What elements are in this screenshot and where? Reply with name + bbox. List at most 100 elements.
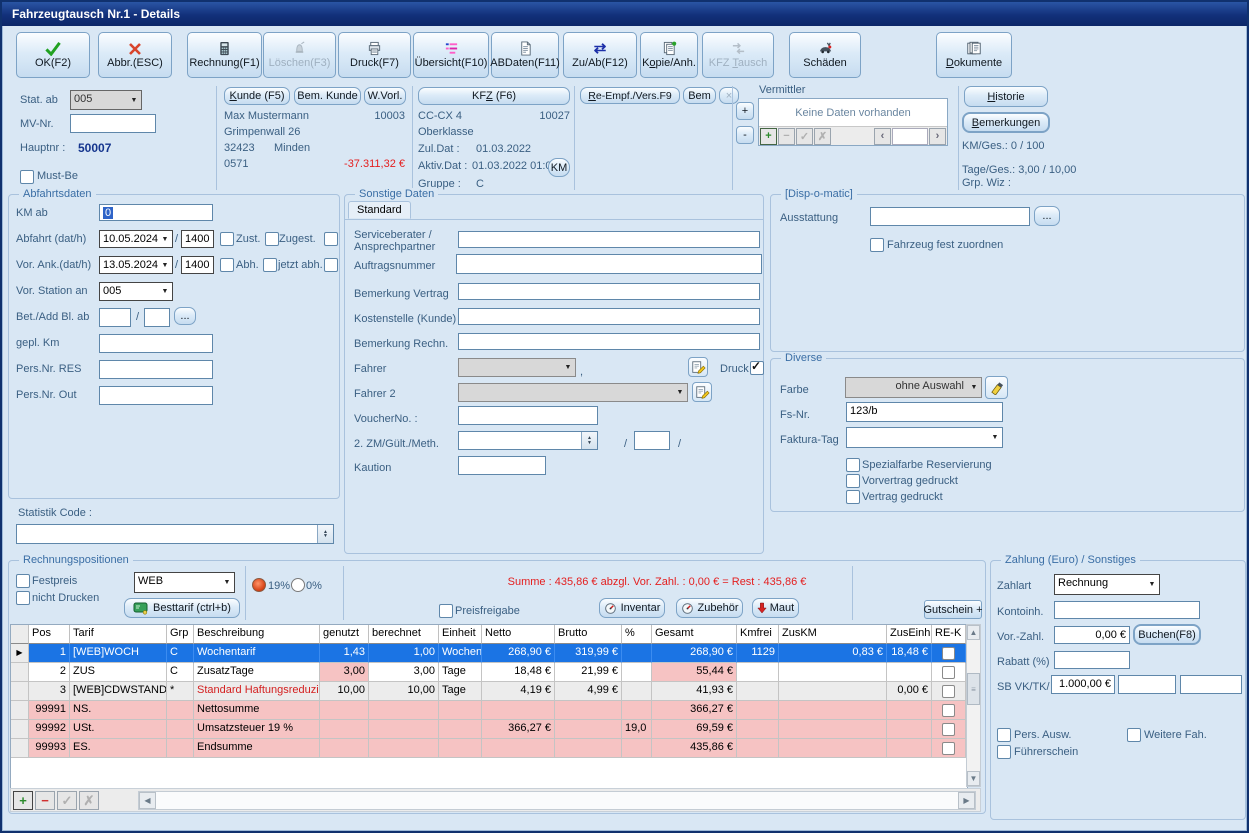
mustbe-checkbox[interactable]: [20, 170, 34, 184]
statistik-combo[interactable]: ▲▼: [16, 524, 334, 544]
table-vscrollbar[interactable]: ▲ ≡ ▼: [966, 624, 981, 787]
vscroll-thumb[interactable]: ≡: [967, 673, 980, 705]
bem-vertrag-input[interactable]: [458, 283, 760, 300]
vermittler-remove-button[interactable]: -: [736, 126, 754, 144]
column-header-kmfrei[interactable]: Kmfrei: [737, 625, 779, 644]
row-add-button[interactable]: +: [13, 791, 33, 810]
add-bl-input[interactable]: [144, 308, 170, 327]
weitere-fah-checkbox[interactable]: [1127, 728, 1141, 742]
abfahrt-flag-checkbox[interactable]: [220, 232, 234, 246]
voucher-input[interactable]: [458, 406, 598, 425]
rabatt-input[interactable]: [1054, 651, 1130, 669]
kontoinh-input[interactable]: [1054, 601, 1200, 619]
bem-kunde-button[interactable]: Bem. Kunde: [294, 87, 361, 105]
station-select[interactable]: 005 ▼: [70, 90, 142, 110]
documents-button[interactable]: Dokumente: [936, 32, 1012, 78]
abdata-button[interactable]: ABDaten(F11): [491, 32, 559, 78]
kostenstelle-input[interactable]: [458, 308, 760, 325]
bem-rechn-input[interactable]: [458, 333, 760, 350]
re-k-checkbox[interactable]: [942, 666, 955, 679]
table-row[interactable]: 99993ES.Endsumme435,86 €: [11, 739, 967, 758]
invoice-button[interactable]: Rechnung(F1): [187, 32, 262, 78]
scroll-left-icon[interactable]: ◀: [139, 792, 156, 809]
re-k-checkbox[interactable]: [942, 685, 955, 698]
tarif-select[interactable]: WEB ▼: [134, 572, 235, 593]
bemerkungen-button[interactable]: Bemerkungen: [962, 112, 1050, 133]
vorank-flag-checkbox[interactable]: [220, 258, 234, 272]
zm-combo[interactable]: ▲▼: [458, 431, 598, 450]
abort-button[interactable]: Abbr.(ESC): [98, 32, 172, 78]
pers-res-input[interactable]: [99, 360, 213, 379]
zust-checkbox[interactable]: [265, 232, 279, 246]
sb-extra-input[interactable]: [1180, 675, 1242, 694]
fsnr-input[interactable]: 123/b: [846, 402, 1003, 422]
overview-button[interactable]: Übersicht(F10): [413, 32, 489, 78]
mv-input[interactable]: [70, 114, 156, 133]
vor-ank-time-input[interactable]: 1400: [181, 256, 214, 274]
sb-tk-input[interactable]: [1118, 675, 1176, 694]
inventar-button[interactable]: Inventar: [599, 598, 665, 618]
kaution-input[interactable]: [458, 456, 546, 475]
column-header-beschreibung[interactable]: Beschreibung: [194, 625, 320, 644]
wvorl-button[interactable]: W.Vorl.: [364, 87, 406, 105]
auftragsnummer-input[interactable]: [456, 254, 762, 274]
kfz-button[interactable]: KFZ (F6): [418, 87, 570, 105]
scroll-right-icon[interactable]: ▶: [958, 792, 975, 809]
faktura-select[interactable]: ▼: [846, 427, 1003, 448]
preisfreigabe-checkbox[interactable]: [439, 604, 453, 618]
column-header-netto[interactable]: Netto: [482, 625, 555, 644]
buchen-button[interactable]: Buchen(F8): [1133, 624, 1201, 645]
column-header-grp[interactable]: Grp: [167, 625, 194, 644]
farbe-clear-button[interactable]: [985, 376, 1008, 399]
pers-ausw-checkbox[interactable]: [997, 728, 1011, 742]
column-header-zuskm[interactable]: ZusKM: [779, 625, 887, 644]
gepl-km-input[interactable]: [99, 334, 213, 353]
vermittler-add-button[interactable]: +: [736, 102, 754, 120]
jetzt-abh-checkbox[interactable]: [324, 258, 338, 272]
scroll-down-icon[interactable]: ▼: [967, 771, 980, 786]
bet-browse-button[interactable]: ...: [174, 307, 196, 325]
table-hscrollbar[interactable]: ◀ ▶: [138, 791, 976, 810]
grid-prev-button[interactable]: ‹: [874, 128, 891, 145]
damages-button[interactable]: Schäden: [789, 32, 861, 78]
row-delete-button[interactable]: −: [35, 791, 55, 810]
copy-attach-button[interactable]: Kopie/Anh.: [640, 32, 698, 78]
zubehoer-button[interactable]: Zubehör: [676, 598, 743, 618]
table-row[interactable]: 2ZUSCZusatzTage3,003,00Tage18,48 €21,99 …: [11, 663, 967, 682]
column-header-genutzt[interactable]: genutzt: [320, 625, 369, 644]
table-row[interactable]: 99991NS.Nettosumme366,27 €: [11, 701, 967, 720]
grid-add-button[interactable]: +: [760, 128, 777, 145]
nicht-drucken-checkbox[interactable]: [16, 591, 30, 605]
table-row[interactable]: 99992USt.Umsatzsteuer 19 %366,27 €19,069…: [11, 720, 967, 739]
column-header-gesamt[interactable]: Gesamt: [652, 625, 737, 644]
print-button[interactable]: Druck(F7): [338, 32, 411, 78]
km-ab-input[interactable]: 0: [99, 204, 213, 221]
abfahrt-date-select[interactable]: 10.05.2024▼: [99, 230, 173, 248]
fahrer2-select[interactable]: ▼: [458, 383, 688, 402]
vor-station-select[interactable]: 005▼: [99, 282, 173, 301]
zahlart-select[interactable]: Rechnung ▼: [1054, 574, 1160, 595]
historie-button[interactable]: Historie: [964, 86, 1048, 107]
re-empf-button[interactable]: Re-Empf./Vers.F9: [580, 87, 680, 104]
column-header-pos[interactable]: Pos: [29, 625, 70, 644]
vorzahl-input[interactable]: 0,00 €: [1054, 626, 1130, 644]
vorvertrag-checkbox[interactable]: [846, 474, 860, 488]
abh-checkbox[interactable]: [263, 258, 277, 272]
re-k-checkbox[interactable]: [942, 647, 955, 660]
column-header-zuseinh[interactable]: ZusEinh: [887, 625, 932, 644]
vertrag-gedruckt-checkbox[interactable]: [846, 490, 860, 504]
bem-button[interactable]: Bem: [683, 87, 716, 104]
grid-page-box[interactable]: [892, 128, 928, 145]
fahrer2-edit-button[interactable]: [692, 382, 712, 402]
column-header--[interactable]: %: [622, 625, 652, 644]
zugest-checkbox[interactable]: [324, 232, 338, 246]
vat19-radio[interactable]: [252, 578, 266, 592]
fahrzeug-fest-checkbox[interactable]: [870, 238, 884, 252]
druck-checkbox[interactable]: [750, 361, 764, 375]
pers-out-input[interactable]: [99, 386, 213, 405]
re-k-checkbox[interactable]: [942, 704, 955, 717]
table-row[interactable]: 3[WEB]CDWSTAND.*Standard Haftungsreduzie…: [11, 682, 967, 701]
farbe-select[interactable]: ohne Auswahl ▼: [845, 377, 982, 398]
ok-button[interactable]: OK(F2): [16, 32, 90, 78]
column-header-berechnet[interactable]: berechnet: [369, 625, 439, 644]
